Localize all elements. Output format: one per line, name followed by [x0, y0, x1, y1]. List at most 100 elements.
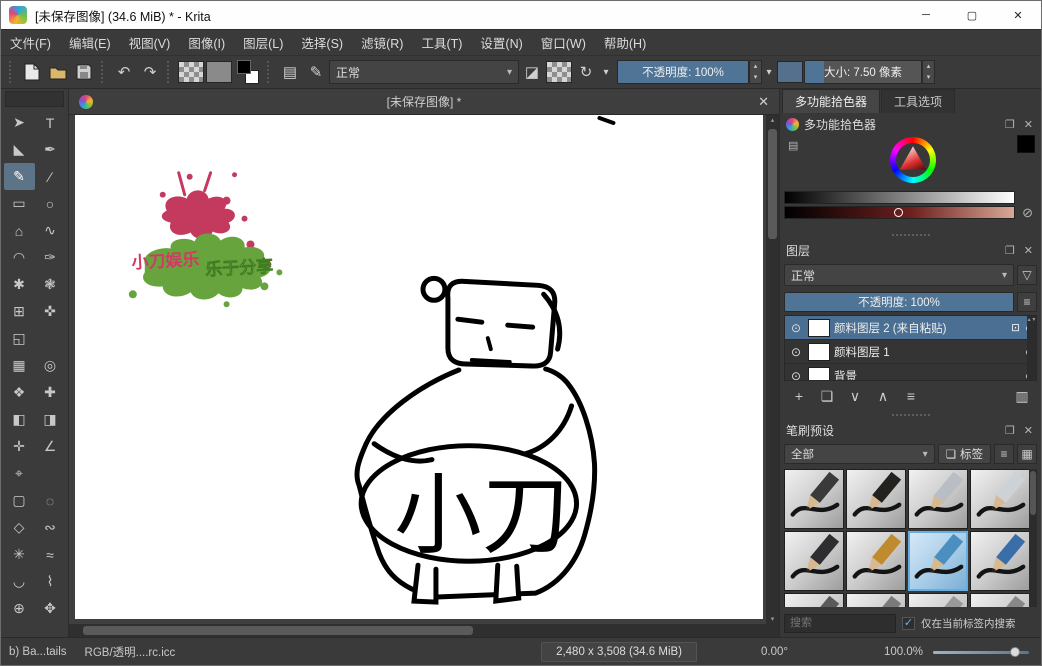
search-scope-checkbox[interactable]: ✓ [902, 617, 915, 630]
tool-polygon-select[interactable]: ◇ [4, 514, 35, 541]
brush-preset-12[interactable] [970, 593, 1030, 607]
move-layer-up-button[interactable]: ∧ [870, 384, 896, 408]
vertical-scrollbar-thumb[interactable] [768, 129, 777, 239]
scroll-down-icon[interactable]: ▾ [766, 615, 779, 623]
new-document-button[interactable] [19, 59, 45, 85]
tool-move[interactable]: ✜ [35, 298, 66, 325]
menu-item-settings[interactable]: 设置(N) [471, 30, 531, 55]
dock-splitter[interactable] [782, 231, 1039, 239]
brush-preset-5[interactable] [784, 531, 844, 591]
window-maximize-button[interactable]: ▢ [949, 1, 995, 29]
opacity-slider[interactable]: 不透明度: 100% [617, 60, 749, 84]
brush-size-spinner[interactable]: ▴ ▾ [922, 60, 935, 84]
tool-bezier-select[interactable]: ◡ [4, 568, 35, 595]
opacity-spinner[interactable]: ▴ ▾ [749, 60, 762, 84]
menu-item-file[interactable]: 文件(F) [1, 30, 60, 55]
horizontal-scrollbar-thumb[interactable] [83, 626, 473, 635]
layer-opacity-slider[interactable]: 不透明度: 100% [784, 292, 1014, 312]
tool-pattern-edit[interactable]: ❖ [4, 379, 35, 406]
delete-layer-button[interactable]: ▥ [1009, 384, 1035, 408]
tool-smart-patch[interactable]: ✚ [35, 379, 66, 406]
layer-properties-button[interactable]: ≡ [898, 384, 924, 408]
tool-color-sampler[interactable]: ◎ [35, 352, 66, 379]
move-layer-down-button[interactable]: ∨ [842, 384, 868, 408]
preset-dropdown-arrow[interactable]: ▾ [599, 59, 613, 85]
layer-row[interactable]: ⊙颜料图层 2 (来自粘贴)⊡α [785, 316, 1036, 340]
gradient-preview-swatch[interactable] [777, 61, 803, 83]
tool-crop[interactable]: ◱ [4, 325, 35, 352]
add-layer-button[interactable]: + [786, 384, 812, 408]
tool-transform[interactable]: ⊞ [4, 298, 35, 325]
tool-contiguous-select[interactable]: ✳ [4, 541, 35, 568]
tool-measure[interactable]: ∠ [35, 433, 66, 460]
menu-item-view[interactable]: 视图(V) [120, 30, 180, 55]
tool-polygon[interactable]: ⌂ [4, 217, 35, 244]
brush-grid-scrollbar-thumb[interactable] [1030, 471, 1036, 515]
layer-row[interactable]: ⊙颜料图层 1α [785, 340, 1036, 364]
value-gradient-strip[interactable] [784, 191, 1015, 204]
brush-search-input[interactable] [784, 614, 896, 633]
tool-outline-select[interactable]: ∾ [35, 514, 66, 541]
current-color-swatch[interactable] [1017, 135, 1035, 153]
window-close-button[interactable]: ✕ [995, 1, 1041, 29]
brush-tag-filter-dropdown[interactable]: 全部 ▾ [784, 444, 935, 464]
close-docker-icon[interactable]: ✕ [1022, 118, 1035, 131]
foreground-background-colors[interactable] [235, 60, 261, 84]
zoom-slider[interactable] [933, 646, 1029, 658]
opacity-dropdown-arrow[interactable]: ▾ [762, 59, 776, 85]
menu-item-layer[interactable]: 图层(L) [234, 30, 292, 55]
canvas-page[interactable]: 小刀娱乐 乐于分享 [75, 115, 763, 619]
menu-item-edit[interactable]: 编辑(E) [60, 30, 120, 55]
float-docker-icon[interactable]: ❐ [1003, 118, 1017, 131]
layer-visibility-icon[interactable]: ⊙ [788, 321, 804, 335]
reload-preset-button[interactable]: ↻ [573, 59, 599, 85]
tool-freehand-brush[interactable]: ✎ [4, 163, 35, 190]
tool-pan[interactable]: ✥ [35, 595, 66, 622]
menu-item-select[interactable]: 选择(S) [292, 30, 352, 55]
tool-ellipse[interactable]: ○ [35, 190, 66, 217]
spin-down-icon[interactable]: ▾ [923, 72, 934, 83]
menu-item-window[interactable]: 窗口(W) [532, 30, 595, 55]
brush-size-slider[interactable]: 大小: 7.50 像素 [804, 60, 922, 84]
close-docker-icon[interactable]: ✕ [1022, 424, 1035, 437]
brush-preset-11[interactable] [908, 593, 968, 607]
tab-tool-options[interactable]: 工具选项 [881, 89, 955, 113]
menu-item-filter[interactable]: 滤镜(R) [352, 30, 412, 55]
scroll-up-icon[interactable]: ▴ [766, 116, 779, 124]
tool-assistants[interactable]: ✛ [4, 433, 35, 460]
brush-grid-view-button[interactable]: ▦ [1017, 444, 1037, 464]
document-close-button[interactable]: ✕ [758, 94, 769, 110]
undo-button[interactable]: ↶ [111, 59, 137, 85]
zoom-slider-thumb[interactable] [1010, 647, 1020, 657]
brush-preset-8[interactable] [970, 531, 1030, 591]
open-document-button[interactable] [45, 59, 71, 85]
color-selector-settings-icon[interactable]: ▤ [786, 139, 800, 152]
tool-gradient[interactable]: ▦ [4, 352, 35, 379]
menu-item-image[interactable]: 图像(I) [179, 30, 234, 55]
tool-ellipse-select[interactable]: ◌ [35, 487, 66, 514]
brush-list-view-button[interactable]: ≡ [994, 444, 1014, 464]
spin-up-icon[interactable]: ▴ [923, 61, 934, 72]
tool-select-shapes[interactable]: ➤ [4, 109, 35, 136]
gradient-swatch[interactable] [178, 61, 204, 83]
eraser-mode-button[interactable]: ◪ [519, 59, 545, 85]
brush-preset-6[interactable] [846, 531, 906, 591]
tool-freehand-path[interactable]: ✑ [35, 244, 66, 271]
tool-bezier-curve[interactable]: ◠ [4, 244, 35, 271]
toolbox-docker-tab[interactable] [5, 91, 64, 107]
toolbar-handle[interactable] [9, 61, 15, 83]
shade-marker[interactable] [894, 208, 903, 217]
tool-calligraphy[interactable]: ✒ [35, 136, 66, 163]
redo-button[interactable]: ↷ [137, 59, 163, 85]
dock-splitter[interactable] [782, 411, 1039, 419]
window-minimize-button[interactable]: ─ [903, 1, 949, 29]
layer-blending-dropdown[interactable]: 正常 ▾ [784, 264, 1014, 286]
brush-preset-10[interactable] [846, 593, 906, 607]
layer-list-scrollbar[interactable]: ▴ ▾ [1027, 316, 1036, 380]
tab-advanced-color-selector[interactable]: 多功能拾色器 [782, 89, 880, 113]
tool-multibrush[interactable]: ❃ [35, 271, 66, 298]
tool-zoom[interactable]: ⊕ [4, 595, 35, 622]
menu-item-help[interactable]: 帮助(H) [595, 30, 655, 55]
color-wheel[interactable] [890, 137, 936, 183]
menu-item-tools[interactable]: 工具(T) [412, 30, 471, 55]
